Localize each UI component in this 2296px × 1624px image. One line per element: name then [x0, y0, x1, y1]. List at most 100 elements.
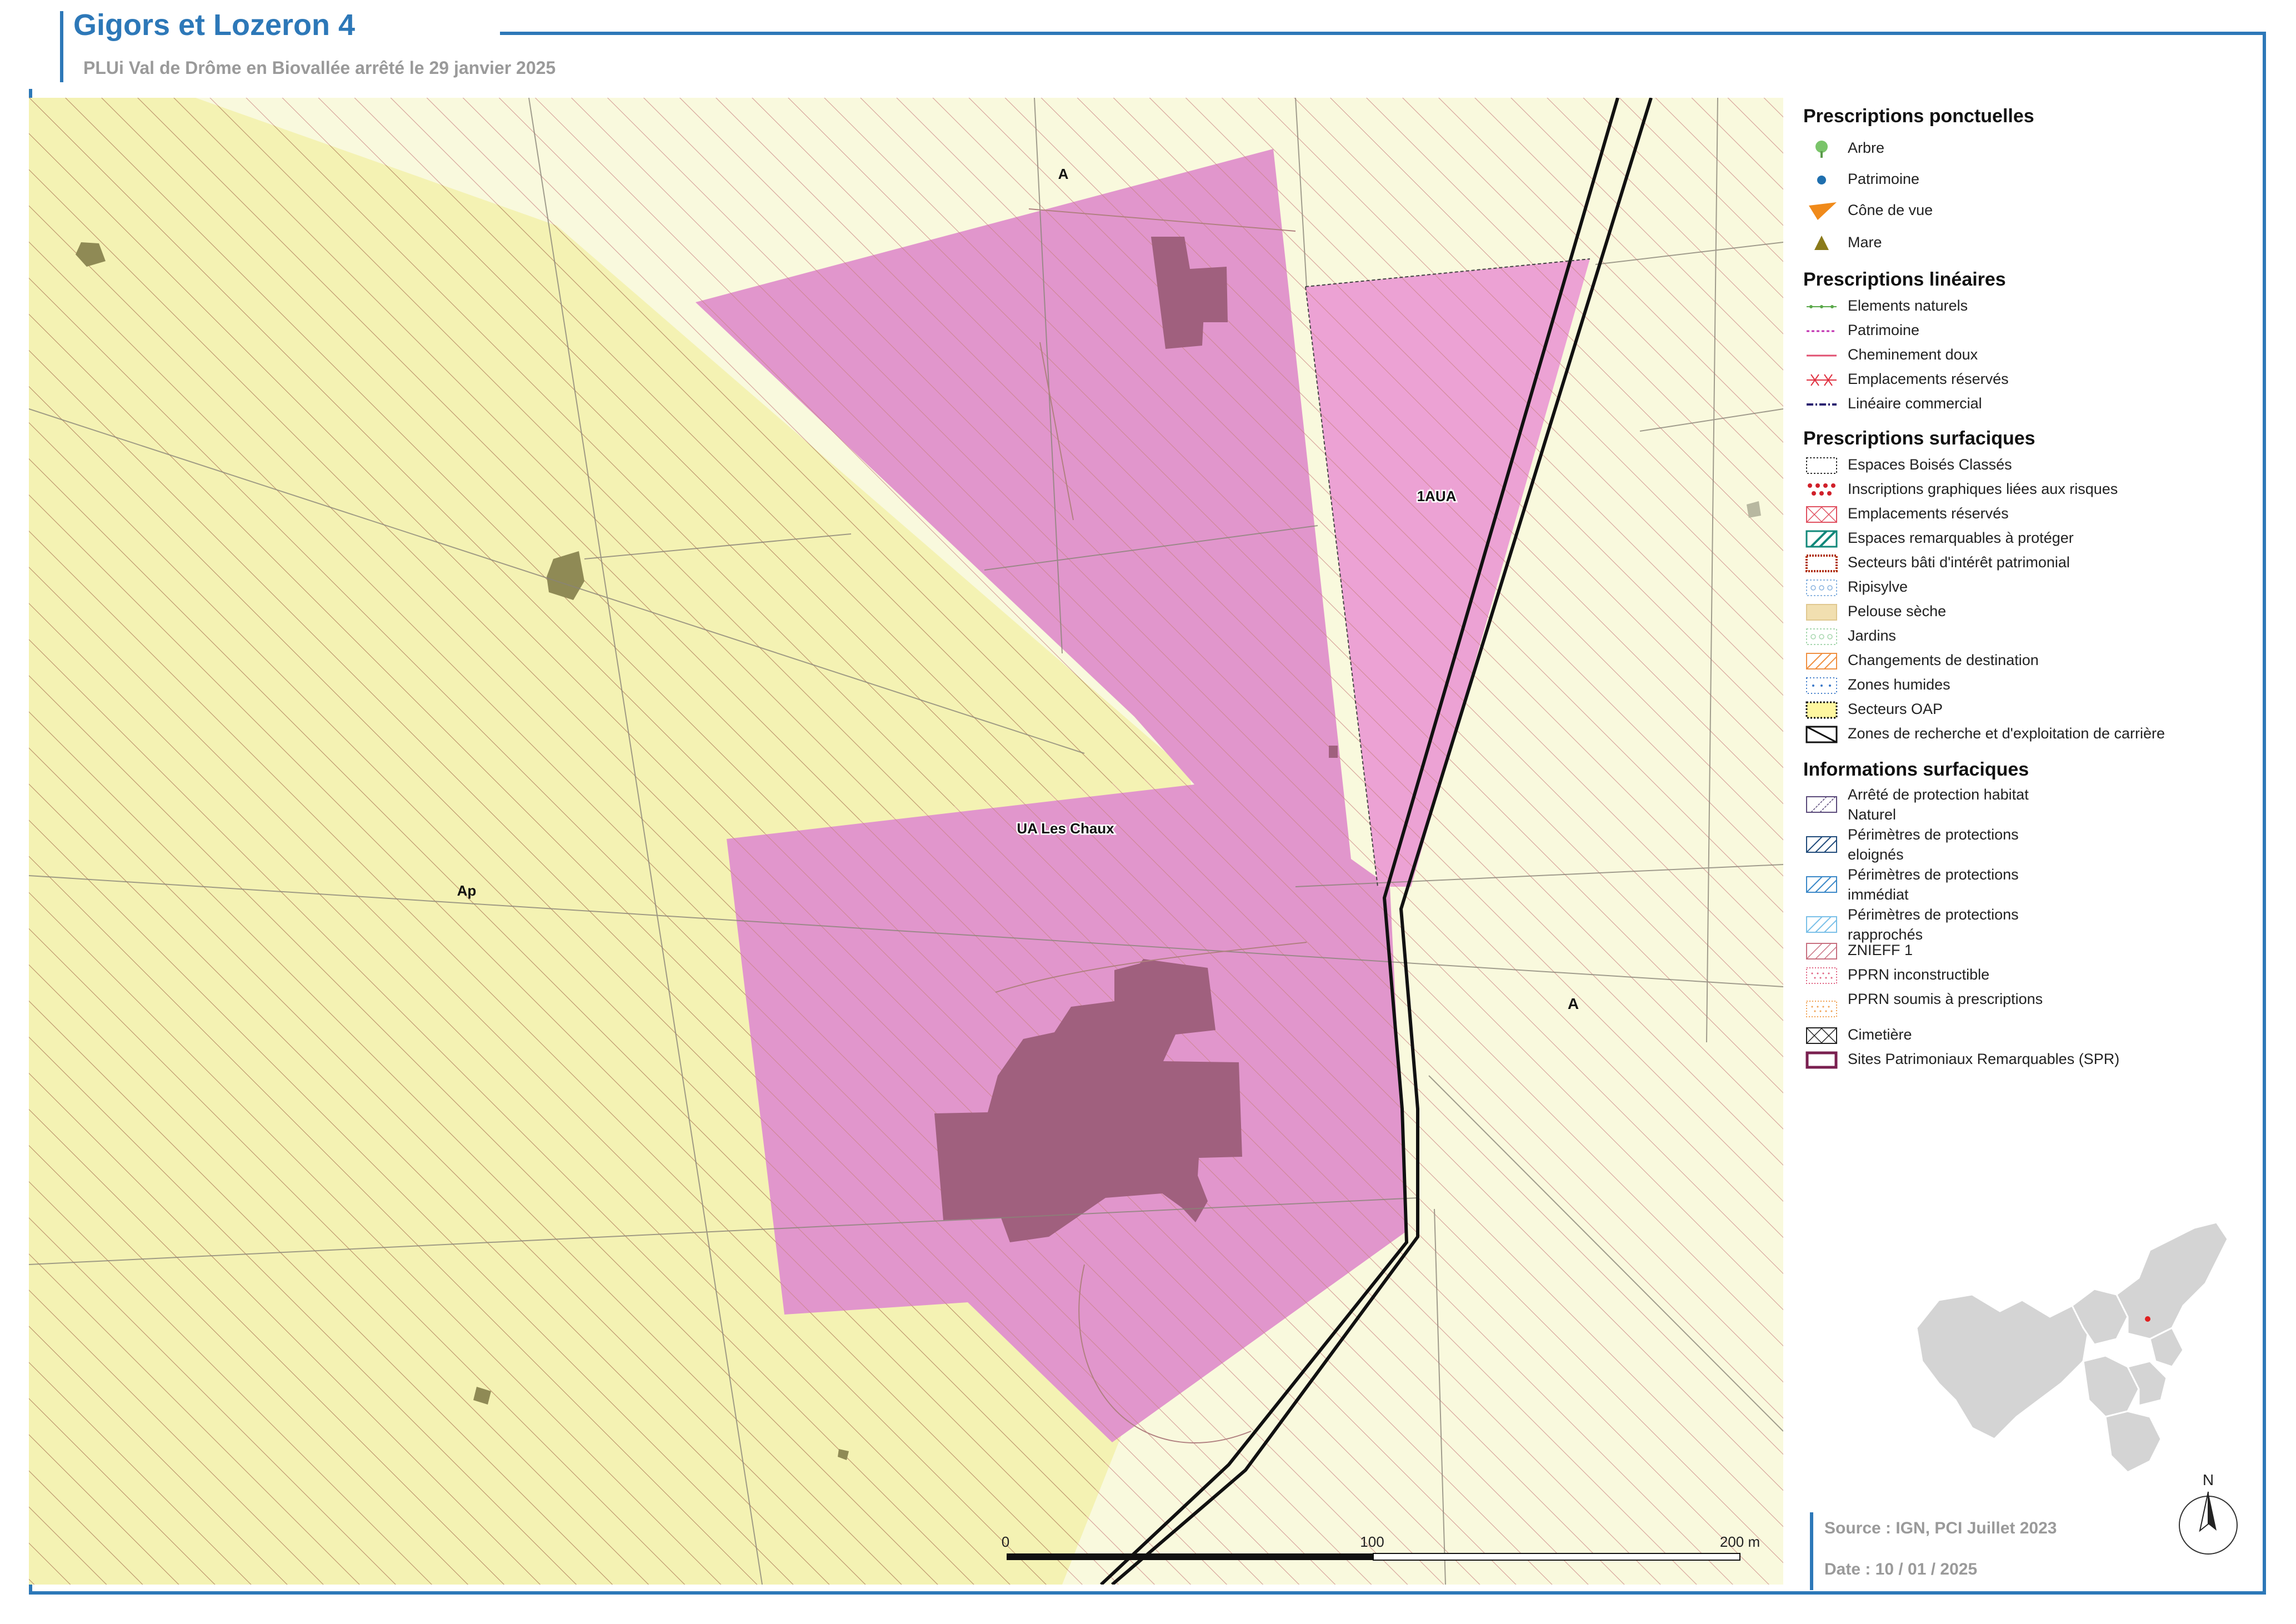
cross-box	[1806, 1027, 1837, 1044]
map-title: Gigors et Lozeron 4	[73, 8, 356, 42]
legend-label: Ripisylve	[1848, 578, 1908, 595]
blue-hatch-box	[1806, 876, 1837, 893]
legend-item: Arbre	[1803, 137, 2248, 161]
scale-mid: 100	[1360, 1533, 1384, 1550]
black-hatch-box	[1805, 726, 1838, 743]
legend-heading: Informations surfaciques	[1803, 759, 2029, 780]
legend-item: Linéaire commercial	[1803, 392, 2248, 417]
legend-item: Arrêté de protection habitat Naturel	[1803, 786, 2248, 823]
north-label: N	[2203, 1471, 2214, 1488]
legend-item: Secteurs OAP	[1803, 698, 2248, 722]
red-line	[1807, 354, 1837, 357]
source-block: Source : IGN, PCI Juillet 2023 Date : 10…	[1810, 1512, 2088, 1590]
legend-item: Secteurs bâti d'intérêt patrimonial	[1803, 551, 2248, 576]
legend-label: Emplacements réservés	[1848, 505, 2009, 522]
legend-label: Arrêté de protection habitat Naturel	[1848, 786, 2029, 823]
legend-item: Cône de vue	[1803, 199, 2248, 223]
dot-icon	[1817, 176, 1826, 184]
locator-map	[1915, 1221, 2229, 1473]
legend-label: Patrimoine	[1848, 322, 1920, 338]
navy-dash-dot-line	[1807, 403, 1837, 406]
legend-label: Arbre	[1848, 139, 1885, 156]
cross-hatch-red-box	[1806, 506, 1837, 523]
legend-label: Jardins	[1848, 627, 1897, 644]
pink-hatch-box	[1806, 943, 1837, 960]
legend-item: Espaces remarquables à protéger	[1803, 527, 2248, 551]
blue-dots-box	[1806, 677, 1837, 694]
magenta-dashed-line	[1807, 330, 1837, 332]
legend-label: Inscriptions graphiques liées aux risque…	[1848, 481, 2118, 497]
pink-dots-box	[1806, 967, 1837, 984]
legend-item: Sites Patrimoniaux Remarquables (SPR)	[1803, 1048, 2248, 1072]
legend-item: Zones humides	[1803, 673, 2248, 698]
legend-label: Sites Patrimoniaux Remarquables (SPR)	[1848, 1051, 2120, 1067]
legend-label: Secteurs OAP	[1848, 701, 1943, 717]
dotted-orange-box	[1805, 554, 1838, 572]
legend-label: ZNIEFF 1	[1848, 942, 1913, 958]
legend-item: PPRN inconstructible	[1803, 963, 2248, 988]
legend-item: Jardins	[1803, 624, 2248, 649]
ebc-box	[1806, 457, 1837, 474]
legend-label: PPRN inconstructible	[1848, 966, 1990, 983]
purple-hatch-box	[1806, 796, 1837, 813]
legend-item: Emplacements réservés	[1803, 368, 2248, 392]
legend-label: Espaces remarquables à protéger	[1848, 529, 2074, 546]
triangle-icon	[1814, 236, 1829, 250]
navy-hatch-box	[1806, 836, 1837, 853]
scale-zero: 0	[1002, 1533, 1009, 1550]
legend-item: Emplacements réservés	[1803, 502, 2248, 527]
legend-item: Patrimoine	[1803, 319, 2248, 343]
map-svg: A 1AUA UA Les Chaux Ap A 0 100 200 m	[29, 98, 1783, 1585]
legend-label: Cimetière	[1848, 1026, 1912, 1043]
legend-heading: Prescriptions linéaires	[1803, 269, 2006, 290]
map-canvas[interactable]: A 1AUA UA Les Chaux Ap A 0 100 200 m	[29, 98, 1783, 1585]
legend-item: Périmètres de protections eloignés	[1803, 826, 2248, 863]
scale-end: 200 m	[1720, 1533, 1760, 1550]
legend-label: Zones de recherche et d'exploitation de …	[1848, 725, 2165, 742]
legend-item: PPRN soumis à prescriptions	[1803, 991, 2248, 1021]
green-dotted-line	[1807, 305, 1837, 308]
legend-heading: Prescriptions ponctuelles	[1803, 106, 2034, 127]
legend-label: Patrimoine	[1848, 171, 1920, 187]
purple-outline-box	[1805, 1051, 1838, 1069]
risk-dots-box	[1808, 483, 1835, 496]
legend-label: Changements de destination	[1848, 652, 2039, 668]
legend-label: Linéaire commercial	[1848, 395, 1982, 412]
legend-label: Elements naturels	[1848, 297, 1968, 314]
zone-label: A	[1058, 166, 1069, 182]
legend-item: Périmètres de protections immédiat	[1803, 866, 2248, 903]
teal-hatch-box	[1805, 530, 1838, 548]
legend-item: Ripisylve	[1803, 576, 2248, 600]
legend-item: Périmètres de protections rapprochés	[1803, 906, 2248, 943]
orange-hatch-box	[1806, 653, 1837, 669]
legend: Prescriptions ponctuelles Arbre Patrimoi…	[1803, 106, 2248, 1083]
legend-label: Mare	[1848, 234, 1882, 251]
light-blue-hatch-box	[1806, 916, 1837, 933]
legend-item: Changements de destination	[1803, 649, 2248, 673]
legend-heading: Prescriptions surfaciques	[1803, 428, 2035, 449]
title-accent-bar	[60, 11, 63, 82]
legend-item: Cheminement doux	[1803, 343, 2248, 368]
legend-label: Périmètres de protections immédiat	[1848, 866, 2019, 903]
legend-label: Secteurs bâti d'intérêt patrimonial	[1848, 554, 2070, 571]
legend-label: Cône de vue	[1848, 202, 1933, 218]
zone-label: UA Les Chaux	[1017, 820, 1114, 837]
legend-label: Emplacements réservés	[1848, 371, 2009, 387]
date-text: Date : 10 / 01 / 2025	[1824, 1560, 1978, 1578]
legend-item: Mare	[1803, 231, 2248, 256]
legend-label: Zones humides	[1848, 676, 1950, 693]
view-cone-icon	[1809, 202, 1837, 220]
source-text: Source : IGN, PCI Juillet 2023	[1824, 1519, 2057, 1537]
north-arrow: N	[2179, 1471, 2238, 1555]
legend-item: Cimetière	[1803, 1023, 2248, 1048]
zone-label: Ap	[457, 882, 477, 899]
yellow-dotted-box	[1805, 701, 1838, 719]
legend-item: Espaces Boisés Classés	[1803, 453, 2248, 478]
beige-fill-box	[1806, 604, 1837, 621]
red-cross-line	[1807, 374, 1837, 386]
legend-label: Cheminement doux	[1848, 346, 1978, 363]
legend-label: PPRN soumis à prescriptions	[1848, 991, 2043, 1007]
zone-label: A	[1568, 995, 1579, 1012]
source-accent-bar	[1810, 1512, 1813, 1590]
legend-item: Zones de recherche et d'exploitation de …	[1803, 722, 2248, 747]
